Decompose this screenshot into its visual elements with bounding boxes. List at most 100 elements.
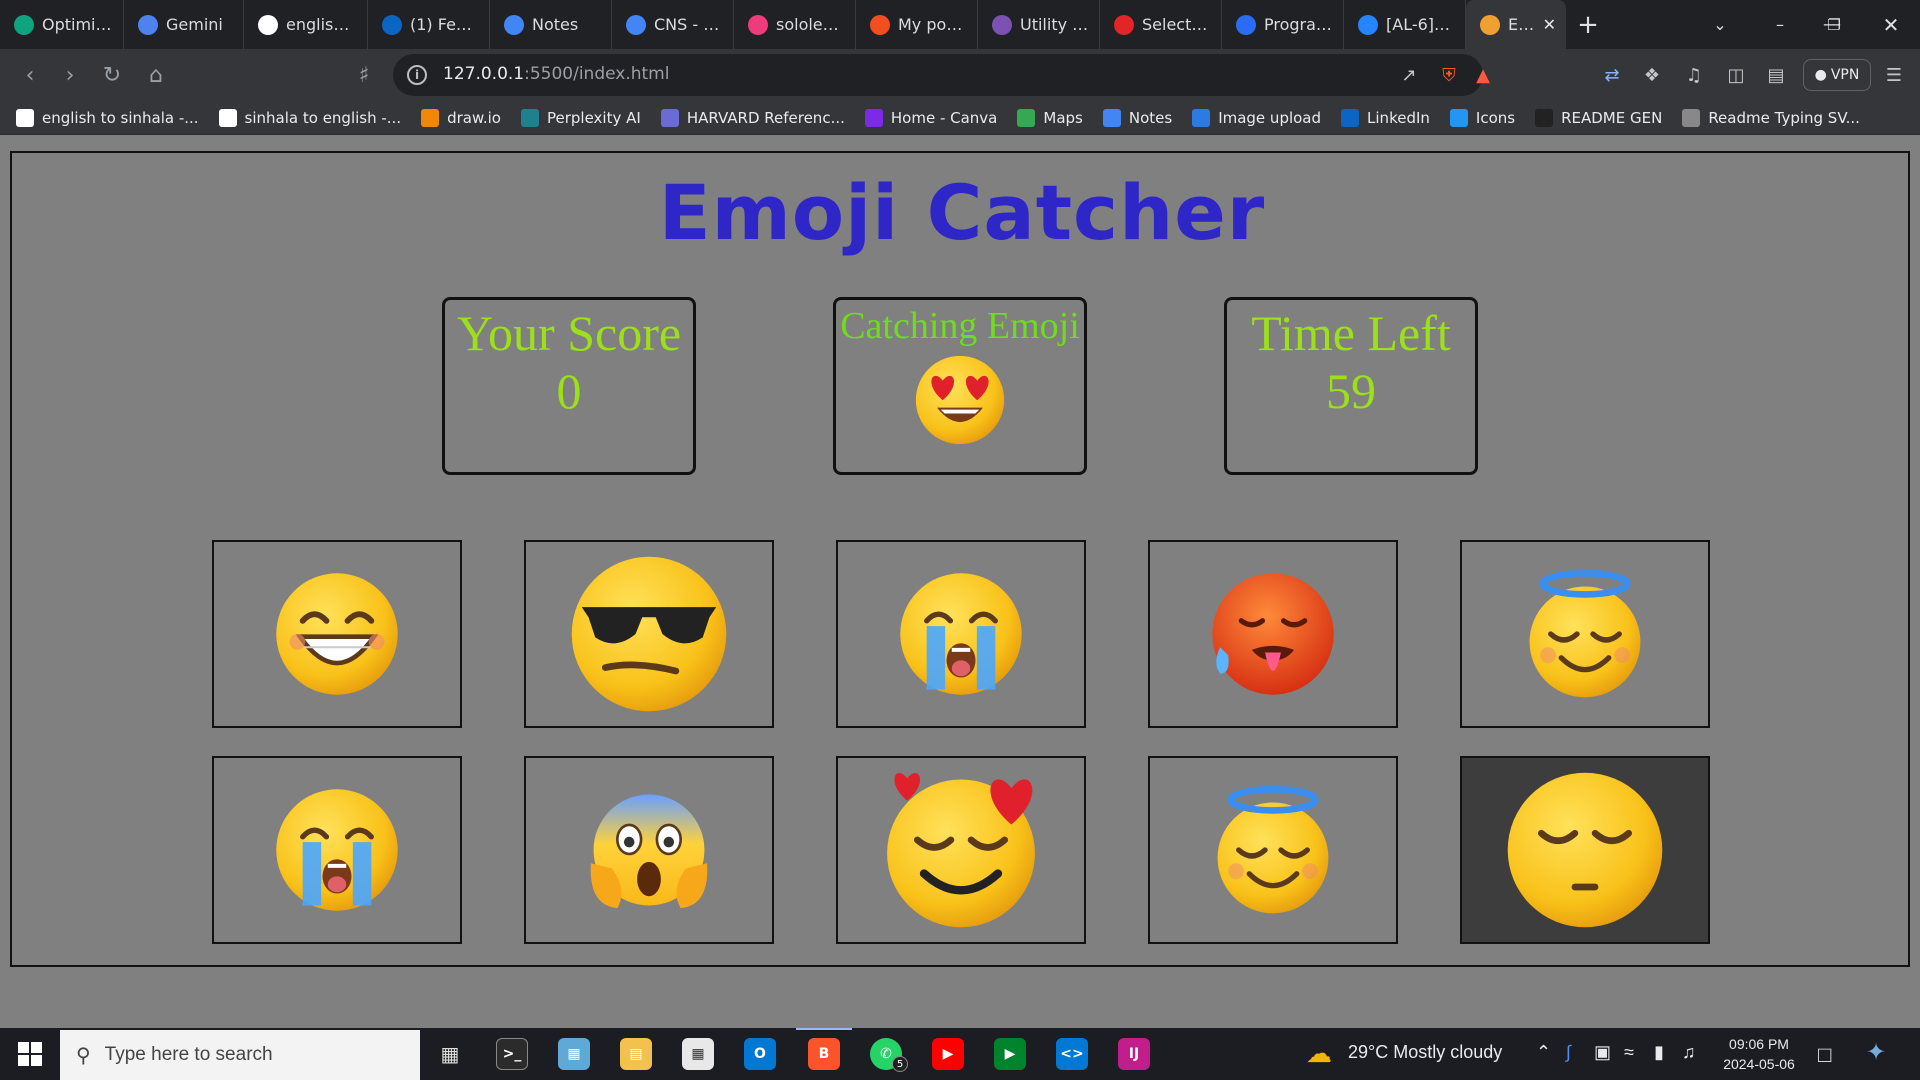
browser-tab[interactable]: (1) Feed | <box>368 0 490 49</box>
readme-icon <box>1535 108 1554 127</box>
imgbb-icon <box>1192 108 1211 127</box>
browser-tab[interactable]: Selection <box>1100 0 1222 49</box>
battery-icon[interactable]: ▮ <box>1654 1042 1664 1063</box>
bookmark-item[interactable]: HARVARD Referenc... <box>660 108 845 127</box>
tab-title: Optimize <box>42 15 113 34</box>
windows-start-icon[interactable] <box>8 1036 52 1072</box>
google-icon <box>218 108 237 127</box>
browser-tab[interactable]: Programm <box>1222 0 1344 49</box>
emoji-cell[interactable] <box>1148 756 1398 944</box>
brave-shields-icon[interactable]: ⛨ <box>1437 63 1461 87</box>
close-tab-icon[interactable]: ✕ <box>1543 15 1556 34</box>
tab-active[interactable]: Emoji ✕ <box>1466 0 1566 49</box>
bookmark-item[interactable]: Icons <box>1449 108 1515 127</box>
bookmark-item[interactable]: sinhala to english -... <box>218 108 401 127</box>
bookmark-item[interactable]: Image upload <box>1192 108 1321 127</box>
weather-icon[interactable]: ☁ <box>1306 1038 1332 1069</box>
onenote-icon[interactable]: ▦ <box>558 1038 590 1070</box>
copilot-icon[interactable]: ✦ <box>1866 1038 1886 1067</box>
screaming-emoji-icon <box>590 794 708 909</box>
reload-icon[interactable]: ↻ <box>98 61 126 89</box>
browser-tab[interactable]: sololearn <box>734 0 856 49</box>
share-icon[interactable]: ↗ <box>1397 63 1421 87</box>
intellij-icon[interactable]: IJ <box>1118 1038 1150 1070</box>
bookmark-item[interactable]: Readme Typing SV... <box>1682 108 1860 127</box>
tab-search-icon[interactable]: ⌄ <box>1692 0 1748 49</box>
emoji-cell[interactable] <box>836 540 1086 728</box>
meet-icon[interactable]: ▶ <box>994 1038 1026 1070</box>
tab-title: (1) Feed | <box>410 15 479 34</box>
browser-tab-strip: Optimize Gemini english to (1) Feed | Notes C… <box>0 0 1920 49</box>
site-info-icon[interactable]: i <box>407 65 427 85</box>
volume-icon[interactable]: ♫ <box>1682 1042 1696 1063</box>
minimize-button[interactable]: – <box>1752 0 1808 49</box>
sidebar-icon[interactable]: ◫ <box>1724 63 1748 87</box>
bookmark-label: Home - Canva <box>890 108 998 127</box>
browser-tab[interactable]: english to <box>244 0 368 49</box>
bookmark-item[interactable]: Notes <box>1102 108 1172 127</box>
extensions-icon[interactable]: ❖ <box>1640 63 1664 87</box>
address-bar[interactable]: i 127.0.0.1:5500/index.html ↗ ⛨ ▲ <box>393 54 1490 96</box>
device-icon[interactable]: ▣ <box>1594 1042 1611 1063</box>
wifi-icon[interactable]: ≈ <box>1624 1042 1634 1063</box>
bookmark-label: LinkedIn <box>1367 108 1430 127</box>
task-view-icon[interactable]: ▦ <box>434 1038 466 1070</box>
browser-tab[interactable]: Gemini <box>124 0 244 49</box>
back-icon[interactable]: ‹ <box>16 61 44 89</box>
bookmark-item[interactable]: english to sinhala -... <box>16 108 199 127</box>
address-url[interactable]: 127.0.0.1:5500/index.html <box>443 64 669 84</box>
browser-tab[interactable]: My portfo <box>856 0 978 49</box>
bookmark-item[interactable]: Maps <box>1017 108 1083 127</box>
bluetooth-icon[interactable]: ∫ <box>1566 1042 1571 1063</box>
emoji-cell[interactable] <box>1460 756 1710 944</box>
keyboard-icon <box>1682 108 1701 127</box>
bookmark-item[interactable]: draw.io <box>421 108 501 127</box>
bookmark-item[interactable]: README GEN <box>1535 108 1662 127</box>
translate-icon[interactable]: ⇄ <box>1600 63 1624 87</box>
show-hidden-icons[interactable]: ⌃ <box>1536 1042 1551 1063</box>
new-tab-button[interactable]: + <box>1566 0 1610 49</box>
brave-rewards-icon[interactable]: ▲ <box>1471 63 1495 87</box>
browser-tab[interactable]: Utility API <box>978 0 1100 49</box>
bookmark-label: HARVARD Referenc... <box>686 108 845 127</box>
terminal-icon[interactable]: >_ <box>496 1038 528 1070</box>
emoji-cell[interactable] <box>836 756 1086 944</box>
bookmark-item[interactable]: Perplexity AI <box>520 108 641 127</box>
notifications-icon[interactable]: □ <box>1818 1042 1831 1068</box>
home-icon[interactable]: ⌂ <box>142 61 170 89</box>
icons-icon <box>1449 108 1468 127</box>
emoji-cell[interactable] <box>212 756 462 944</box>
browser-tab[interactable]: CNS - Goo <box>612 0 734 49</box>
weather-text[interactable]: 29°C Mostly cloudy <box>1348 1042 1502 1063</box>
emoji-cell[interactable] <box>212 540 462 728</box>
vpn-button[interactable]: ● VPN <box>1803 59 1871 91</box>
taskbar-search-box[interactable]: ⚲ Type here to search <box>60 1030 420 1080</box>
close-window-button[interactable]: ✕ <box>1862 0 1920 49</box>
menu-icon[interactable]: ☰ <box>1882 63 1906 87</box>
harvard-icon <box>660 108 679 127</box>
bookmark-item[interactable]: Home - Canva <box>864 108 998 127</box>
bookmark-label: draw.io <box>447 108 501 127</box>
browser-tab[interactable]: [AL-6] fin <box>1344 0 1466 49</box>
emoji-cell[interactable] <box>524 756 774 944</box>
wallet-icon[interactable]: ▤ <box>1764 63 1788 87</box>
brave-icon[interactable]: B <box>808 1038 840 1070</box>
bookmark-item[interactable]: LinkedIn <box>1341 108 1430 127</box>
outlook-icon[interactable]: O <box>744 1038 776 1070</box>
emoji-cell[interactable] <box>524 540 774 728</box>
media-icon[interactable]: ♫ <box>1682 63 1706 87</box>
forward-icon[interactable]: › <box>56 61 84 89</box>
vscode-icon[interactable]: <> <box>1056 1038 1088 1070</box>
restore-button[interactable]: ❐ <box>1806 0 1862 49</box>
microsoft-store-icon[interactable]: ▦ <box>682 1038 714 1070</box>
sunglasses-emoji-icon <box>571 556 727 712</box>
youtube-icon[interactable]: ▶ <box>932 1038 964 1070</box>
taskbar-clock[interactable]: 09:06 PM 2024-05-06 <box>1714 1034 1804 1074</box>
browser-tab[interactable]: Optimize <box>0 0 124 49</box>
emoji-cell[interactable] <box>1460 540 1710 728</box>
emoji-cell[interactable] <box>1148 540 1398 728</box>
bookmark-icon[interactable]: ♯ <box>350 61 378 89</box>
browser-tab[interactable]: Notes <box>490 0 612 49</box>
file-explorer-icon[interactable]: ▤ <box>620 1038 652 1070</box>
time-value: 59 <box>1326 363 1376 419</box>
